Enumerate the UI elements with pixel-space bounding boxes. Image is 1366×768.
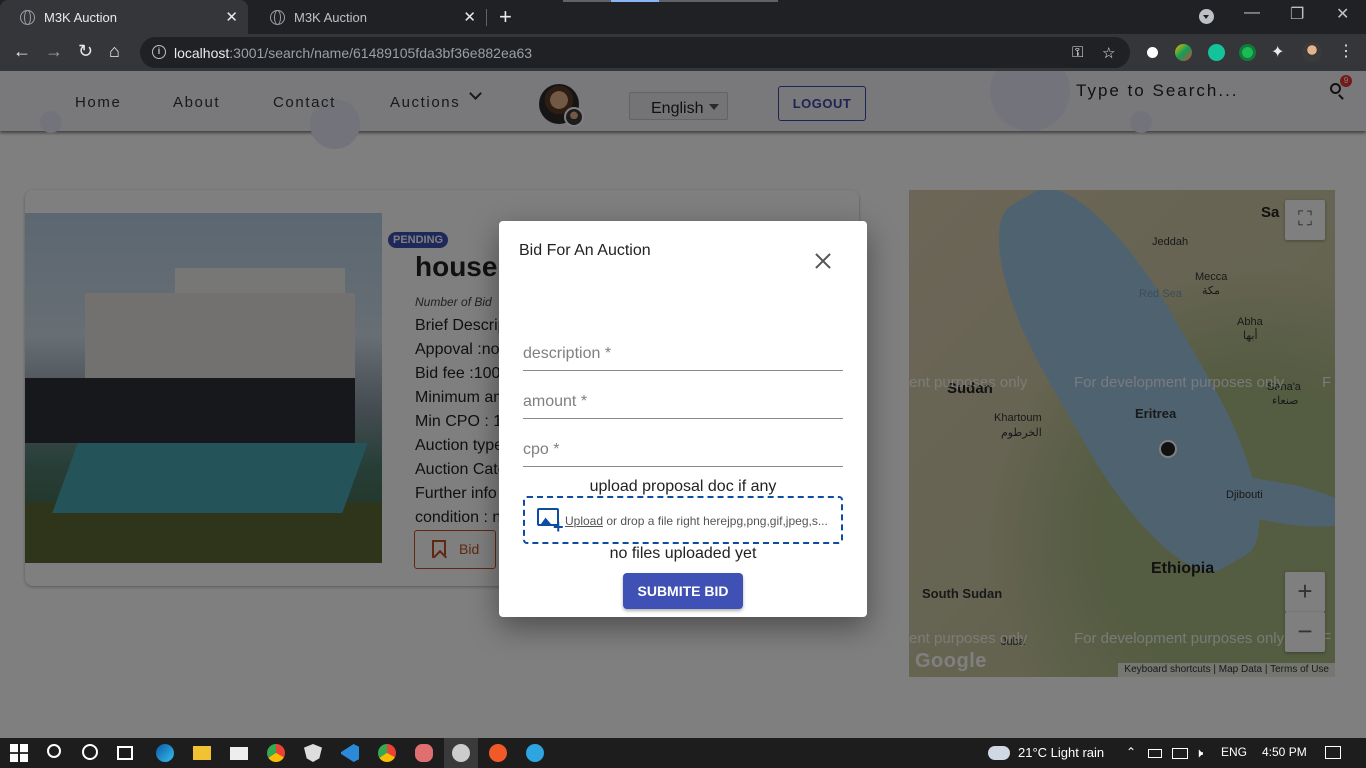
description-field[interactable]: description *	[523, 341, 843, 371]
back-icon[interactable]: ←	[13, 41, 31, 62]
app-icon[interactable]	[415, 744, 433, 762]
submit-bid-button[interactable]: SUBMITE BID	[623, 573, 743, 609]
tab-title: M3K Auction	[44, 9, 117, 25]
task-view-icon[interactable]	[117, 746, 133, 760]
mail-icon[interactable]	[230, 747, 248, 760]
vscode-icon[interactable]	[341, 744, 359, 762]
cpo-label: cpo *	[523, 441, 560, 458]
bid-dialog: Bid For An Auction description * amount …	[499, 221, 867, 617]
url-text[interactable]: localhost:3001/search/name/61489105fda3b…	[174, 45, 532, 61]
minimize-icon[interactable]: —	[1244, 4, 1260, 22]
tab-drag-strip	[563, 0, 778, 2]
amount-label: amount *	[523, 393, 588, 410]
dropzone-text: Upload or drop a file right herejpg,png,…	[565, 514, 828, 528]
home-icon[interactable]: ⌂	[109, 41, 120, 62]
postman-icon[interactable]	[489, 744, 507, 762]
cpo-field[interactable]: cpo *	[523, 437, 843, 467]
security-icon[interactable]	[304, 744, 322, 762]
globe-icon	[20, 9, 35, 25]
chevron-up-icon[interactable]: ⌃	[1126, 745, 1136, 759]
forward-icon[interactable]: →	[45, 41, 63, 62]
bookmark-star-icon[interactable]: ☆	[1102, 44, 1115, 62]
new-tab-icon[interactable]: +	[499, 4, 512, 30]
description-label: description *	[523, 345, 612, 362]
tab-search-icon[interactable]	[1199, 9, 1214, 24]
site-info-icon[interactable]: i	[152, 45, 166, 59]
running-app-icon[interactable]	[452, 744, 470, 762]
tab-close-icon[interactable]: ✕	[463, 8, 476, 26]
notification-center-icon[interactable]	[1325, 746, 1341, 759]
cortana-icon[interactable]	[82, 744, 98, 760]
file-dropzone[interactable]: + Upload or drop a file right herejpg,pn…	[523, 496, 843, 544]
grammarly-icon[interactable]	[1208, 44, 1225, 61]
windows-taskbar: 21°C Light rain ⌃ 🕨 ENG 4:50 PM	[0, 738, 1366, 768]
no-files-text: no files uploaded yet	[609, 545, 757, 562]
restore-icon[interactable]: ❐	[1290, 4, 1304, 24]
browser-tab-inactive[interactable]: M3K Auction ✕	[250, 0, 486, 34]
dialog-title: Bid For An Auction	[519, 242, 651, 259]
telegram-icon[interactable]	[526, 744, 544, 762]
globe-icon	[270, 9, 285, 25]
edge-icon[interactable]	[156, 744, 174, 762]
volume-icon[interactable]: 🕨	[1195, 745, 1203, 761]
browser-toolbar: ← → ↻ ⌂ i localhost:3001/search/name/614…	[0, 34, 1366, 71]
extension-color-icon[interactable]	[1175, 44, 1192, 61]
address-bar[interactable]: i localhost:3001/search/name/61489105fda…	[140, 37, 1130, 68]
menu-kebab-icon[interactable]: ⋮	[1338, 41, 1354, 61]
file-explorer-icon[interactable]	[193, 746, 211, 760]
network-icon[interactable]	[1172, 748, 1188, 759]
browser-tab-bar: M3K Auction ✕ M3K Auction ✕ + — ❐ ✕	[0, 0, 1366, 34]
chrome-icon-2[interactable]	[378, 744, 396, 762]
reload-icon[interactable]: ↻	[78, 41, 93, 62]
plus-icon: +	[553, 517, 564, 537]
input-language[interactable]: ENG	[1221, 745, 1247, 759]
extension-w-icon[interactable]	[1144, 44, 1161, 61]
weather-cloud-icon[interactable]	[988, 746, 1010, 760]
clock-time[interactable]: 4:50 PM	[1262, 745, 1307, 759]
chrome-icon[interactable]	[267, 744, 285, 762]
tab-separator	[486, 9, 487, 26]
close-icon[interactable]	[815, 253, 831, 269]
window-close-icon[interactable]: ✕	[1336, 4, 1349, 24]
amount-field[interactable]: amount *	[523, 389, 843, 419]
tab-close-icon[interactable]: ✕	[225, 8, 238, 26]
weather-text[interactable]: 21°C Light rain	[1018, 745, 1104, 760]
windows-start-icon[interactable]	[10, 744, 28, 762]
page-viewport: Home About Contact Auctions English LOGO…	[0, 71, 1366, 738]
battery-icon[interactable]	[1148, 749, 1162, 758]
extension-circle-icon[interactable]	[1239, 44, 1256, 61]
extensions-puzzle-icon[interactable]: ✦	[1271, 42, 1284, 62]
search-icon[interactable]	[47, 744, 61, 758]
upload-label: upload proposal doc if any	[589, 478, 777, 495]
tab-title: M3K Auction	[294, 9, 367, 25]
upload-link[interactable]: Upload	[565, 514, 603, 528]
browser-tab-active[interactable]: M3K Auction ✕	[0, 0, 248, 34]
profile-avatar-icon[interactable]	[1302, 42, 1322, 62]
key-icon[interactable]: ⚿	[1072, 44, 1083, 61]
